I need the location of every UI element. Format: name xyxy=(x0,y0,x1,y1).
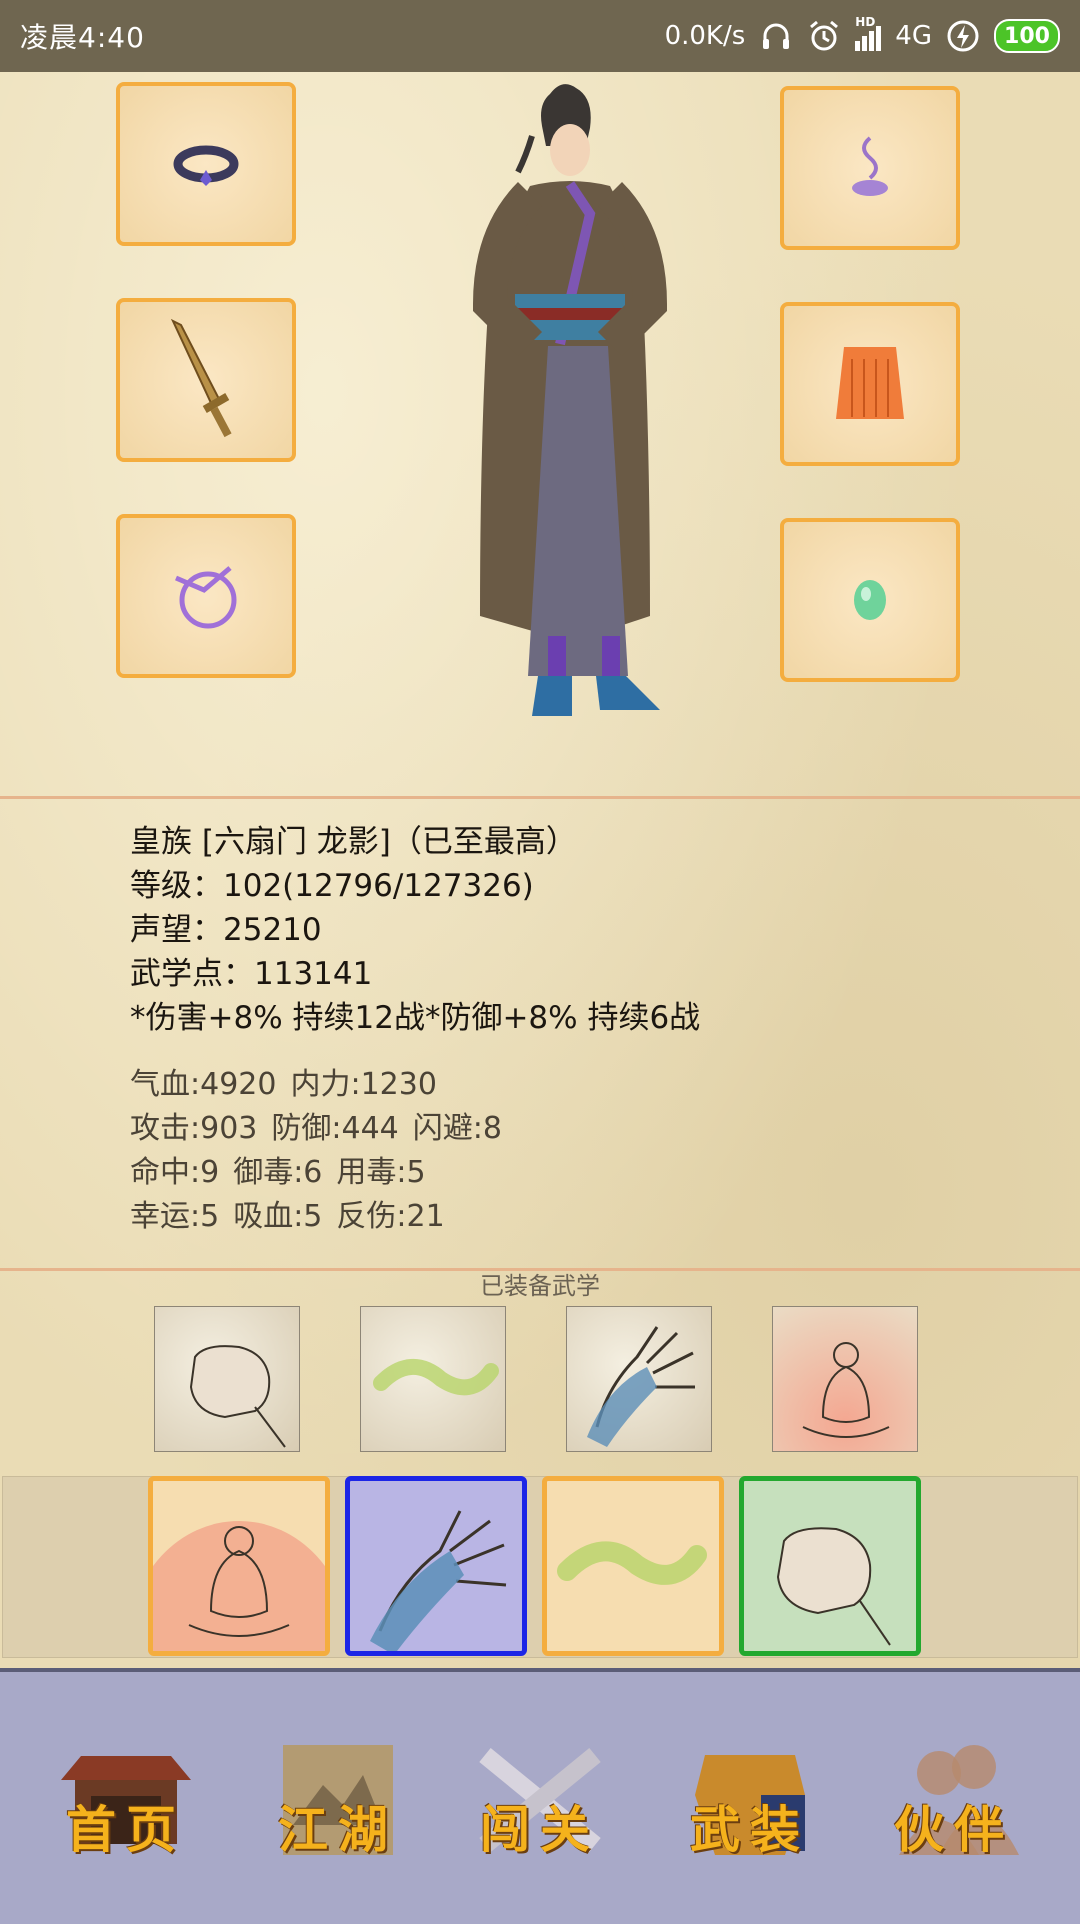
signal-icon: HD xyxy=(855,15,882,51)
headphones-icon xyxy=(763,23,790,49)
stat-hit: 命中:9 xyxy=(130,1155,220,1190)
vine-icon xyxy=(373,1358,499,1396)
stat-dodge: 闪避:8 xyxy=(412,1111,502,1146)
nav-equipment[interactable]: 武装 xyxy=(660,1710,840,1890)
stats-row: 攻击:903 防御:444 闪避:8 xyxy=(130,1107,516,1151)
network-speed: 0.0K/s xyxy=(664,21,746,51)
nav-companions[interactable]: 伙伴 xyxy=(864,1710,1044,1890)
equip-slot-incense[interactable] xyxy=(780,86,960,250)
stat-poison-resist: 御毒:6 xyxy=(233,1155,323,1190)
network-type: 4G xyxy=(895,21,932,51)
equip-slot-cloak[interactable] xyxy=(780,302,960,466)
stat-hp: 气血:4920 xyxy=(130,1067,277,1102)
charging-icon xyxy=(947,20,979,52)
equipped-skill-claw[interactable] xyxy=(566,1306,712,1452)
alarm-icon xyxy=(810,20,839,51)
status-bar: 凌晨4:40 0.0K/s HD 4G 100 xyxy=(0,0,1080,72)
divider-top xyxy=(0,796,1080,799)
nav-home[interactable]: 首页 xyxy=(36,1710,216,1890)
stats-row: 气血:4920 内力:1230 xyxy=(130,1063,516,1107)
character-info: 皇族 [六扇门 龙影]（已至最高） 等级：102(12796/127326) 声… xyxy=(130,820,700,1040)
jade-icon xyxy=(854,580,886,620)
nav-challenge[interactable]: 闯关 xyxy=(450,1710,630,1890)
status-icons: 0.0K/s HD 4G 100 xyxy=(664,15,1060,53)
hd-label: HD xyxy=(855,15,876,29)
stats-row: 幸运:5 吸血:5 反伤:21 xyxy=(130,1195,516,1239)
reputation-line: 声望：25210 xyxy=(130,912,322,948)
nav-home-label: 首页 xyxy=(66,1800,186,1859)
character-portrait xyxy=(472,84,668,716)
level-line: 等级：102(12796/127326) xyxy=(130,868,534,904)
battery-indicator: 100 xyxy=(994,19,1060,53)
fist-icon xyxy=(189,1345,286,1448)
equipped-skills-title: 已装备武学 xyxy=(480,1272,600,1300)
nav-challenge-label: 闯关 xyxy=(480,1800,600,1859)
meditation-icon xyxy=(153,1521,325,1651)
stats-row: 命中:9 御毒:6 用毒:5 xyxy=(130,1151,516,1195)
equip-slot-ring[interactable] xyxy=(116,514,296,678)
equip-slot-weapon[interactable] xyxy=(116,298,296,462)
stat-defense: 防御:444 xyxy=(271,1111,399,1146)
cloak-icon xyxy=(836,347,904,419)
nav-jianghu[interactable]: 江湖 xyxy=(248,1710,428,1890)
status-time: 凌晨4:40 xyxy=(20,21,145,54)
nav-equipment-label: 武装 xyxy=(690,1800,810,1859)
stat-mp: 内力:1230 xyxy=(290,1067,437,1102)
martial-points-line: 武学点：113141 xyxy=(130,956,373,992)
nav-jianghu-label: 江湖 xyxy=(278,1800,398,1859)
stat-luck: 幸运:5 xyxy=(130,1199,220,1234)
buff-line: *伤害+8% 持续12战*防御+8% 持续6战 xyxy=(130,1000,701,1036)
vine-icon xyxy=(557,1541,707,1585)
nav-companions-label: 伙伴 xyxy=(894,1800,1014,1859)
equipped-skill-fist[interactable] xyxy=(154,1306,300,1452)
fist-icon xyxy=(776,1527,891,1646)
claw-hand-icon xyxy=(370,1510,507,1651)
incense-icon xyxy=(852,136,888,196)
skill-bar-slot-2[interactable] xyxy=(345,1476,527,1656)
title-line: 皇族 [六扇门 龙影]（已至最高） xyxy=(130,824,577,860)
bracelet-icon xyxy=(173,145,239,186)
equip-slot-bracelet[interactable] xyxy=(116,82,296,246)
meditation-icon xyxy=(802,1342,890,1438)
equipped-skill-vine[interactable] xyxy=(360,1306,506,1452)
stats-panel: 气血:4920 内力:1230 攻击:903 防御:444 闪避:8 命中:9 御毒:6… xyxy=(130,1063,516,1239)
equipped-skill-meditation[interactable] xyxy=(772,1306,918,1452)
skill-bar-slot-3[interactable] xyxy=(542,1476,724,1656)
stat-lifesteal: 吸血:5 xyxy=(233,1199,323,1234)
sword-icon xyxy=(170,318,232,438)
skill-bar-slot-1[interactable] xyxy=(148,1476,330,1656)
equip-slot-jade[interactable] xyxy=(780,518,960,682)
stat-attack: 攻击:903 xyxy=(130,1111,258,1146)
skill-bar-slot-4[interactable] xyxy=(739,1476,921,1656)
claw-hand-icon xyxy=(587,1326,695,1447)
ribbon-ring-icon xyxy=(175,566,237,629)
stat-reflect: 反伤:21 xyxy=(336,1199,445,1234)
stat-poison-use: 用毒:5 xyxy=(336,1155,426,1190)
